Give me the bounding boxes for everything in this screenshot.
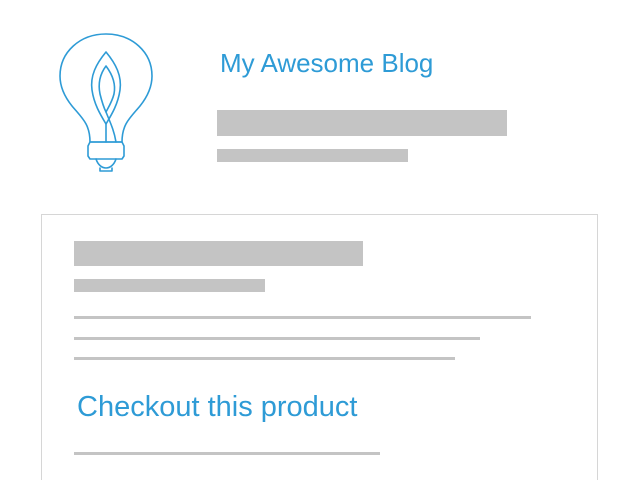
checkout-product-link[interactable]: Checkout this product [77, 390, 357, 424]
lightbulb-leaf-icon [59, 33, 153, 172]
body-text-line [74, 337, 480, 340]
post-title-placeholder [74, 241, 363, 266]
body-text-line [74, 452, 380, 455]
body-text-line [74, 316, 531, 319]
post-meta-placeholder [74, 279, 265, 292]
tagline-placeholder [217, 110, 507, 136]
blog-title[interactable]: My Awesome Blog [220, 48, 433, 78]
subtitle-placeholder [217, 149, 408, 162]
page: My Awesome Blog Checkout this product [0, 0, 640, 480]
body-text-line [74, 357, 455, 360]
